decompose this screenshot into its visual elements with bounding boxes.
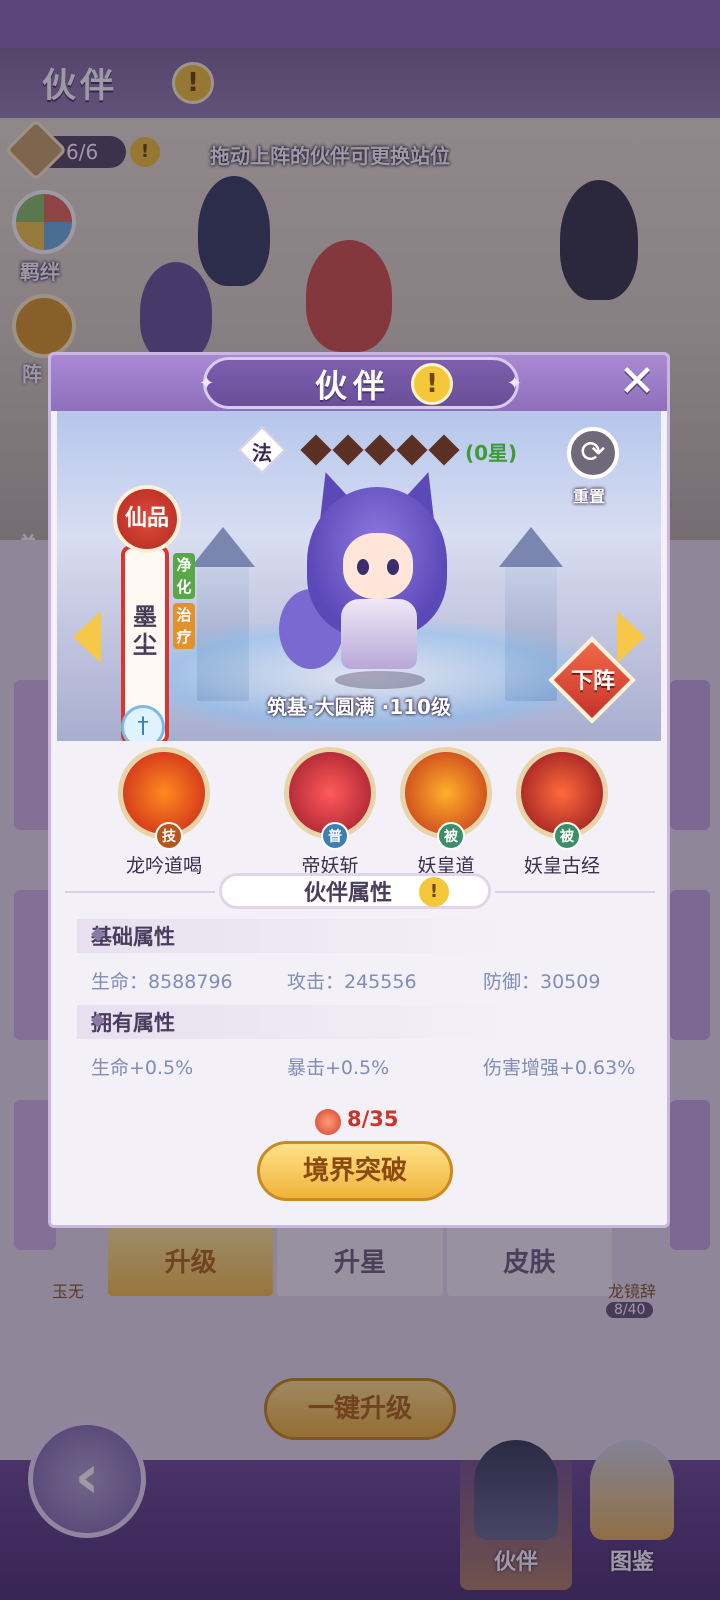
sparkle-icon: ✦ <box>199 373 215 394</box>
hero-portrait <box>279 465 465 691</box>
skill-type-badge: 被 <box>437 822 465 850</box>
skill-type-badge: 被 <box>553 822 581 850</box>
star-icon <box>428 434 460 466</box>
next-arrow-icon[interactable] <box>617 611 645 663</box>
skill-item[interactable]: 普 帝妖斩 <box>273 747 387 878</box>
flame-hands-icon: 被 <box>400 747 492 850</box>
grade-badge: 仙品 <box>113 485 181 553</box>
diamond-bullet-icon: ◆ <box>91 1009 105 1030</box>
hero-face <box>343 533 413 599</box>
prev-arrow-icon[interactable] <box>73 611 101 663</box>
close-icon[interactable]: ✕ <box>613 359 661 407</box>
hero-body <box>341 599 417 669</box>
skill-item[interactable]: 被 妖皇古经 <box>505 747 619 878</box>
ancient-book-icon: 被 <box>516 747 608 850</box>
owned-crit: 暴击+0.5% <box>287 1057 390 1079</box>
skill-name: 妖皇古经 <box>523 855 600 877</box>
skill-item[interactable]: 技 龙吟道喝 <box>107 747 221 878</box>
skill-item[interactable]: 被 妖皇道 <box>389 747 503 878</box>
attributes-title: 伙伴属性 <box>304 881 393 906</box>
sparkle-icon: ✦ <box>507 373 523 394</box>
reset-label[interactable]: 重置 <box>573 483 605 507</box>
stat-attack: 攻击：245556 <box>287 971 417 993</box>
hero-eye <box>387 559 399 575</box>
hero-shadow <box>335 671 425 689</box>
slash-icon: 普 <box>284 747 376 850</box>
tag-heal: 治疗 <box>173 603 195 649</box>
material-icon <box>315 1109 341 1135</box>
partner-detail-modal: ✦ ✦ 伙伴 ! ✕ 法 (0星) ⟳ 重置 仙品 墨尘 † 净化 治疗 下阵 … <box>48 352 670 1228</box>
divider <box>65 891 215 893</box>
diamond-bullet-icon: ◆ <box>91 923 105 944</box>
tag-purify: 净化 <box>173 553 195 599</box>
info-icon[interactable]: ! <box>419 877 449 907</box>
reset-icon[interactable]: ⟳ <box>567 427 619 479</box>
pagoda-roof <box>191 527 255 567</box>
realm-level: 筑基·大圆满 ·110级 <box>267 695 451 719</box>
modal-title: 伙伴 <box>315 367 392 405</box>
dragon-roar-icon: 技 <box>118 747 210 850</box>
info-icon[interactable]: ! <box>411 363 453 405</box>
element-label: 法 <box>252 441 272 465</box>
stat-hp: 生命：8588796 <box>91 971 233 993</box>
divider <box>495 891 655 893</box>
skill-type-badge: 技 <box>155 822 183 850</box>
stat-defense: 防御：30509 <box>483 971 601 993</box>
hero-name: 墨尘 <box>133 603 157 659</box>
skill-type-badge: 普 <box>321 822 349 850</box>
hero-display: 法 (0星) ⟳ 重置 仙品 墨尘 † 净化 治疗 下阵 筑基·大圆满 ·110… <box>57 411 661 741</box>
owned-damage-boost: 伤害增强+0.63% <box>483 1057 636 1079</box>
skill-name: 龙吟道喝 <box>125 855 202 877</box>
star-icon <box>300 434 332 466</box>
star-count: (0星) <box>465 441 518 465</box>
owned-hp: 生命+0.5% <box>91 1057 194 1079</box>
star-icon <box>364 434 396 466</box>
breakthrough-button[interactable]: 境界突破 <box>257 1141 453 1201</box>
pagoda-roof <box>499 527 563 567</box>
breakthrough-cost: 8/35 <box>347 1107 399 1131</box>
star-icon <box>396 434 428 466</box>
star-icon <box>332 434 364 466</box>
hero-eye <box>357 559 369 575</box>
